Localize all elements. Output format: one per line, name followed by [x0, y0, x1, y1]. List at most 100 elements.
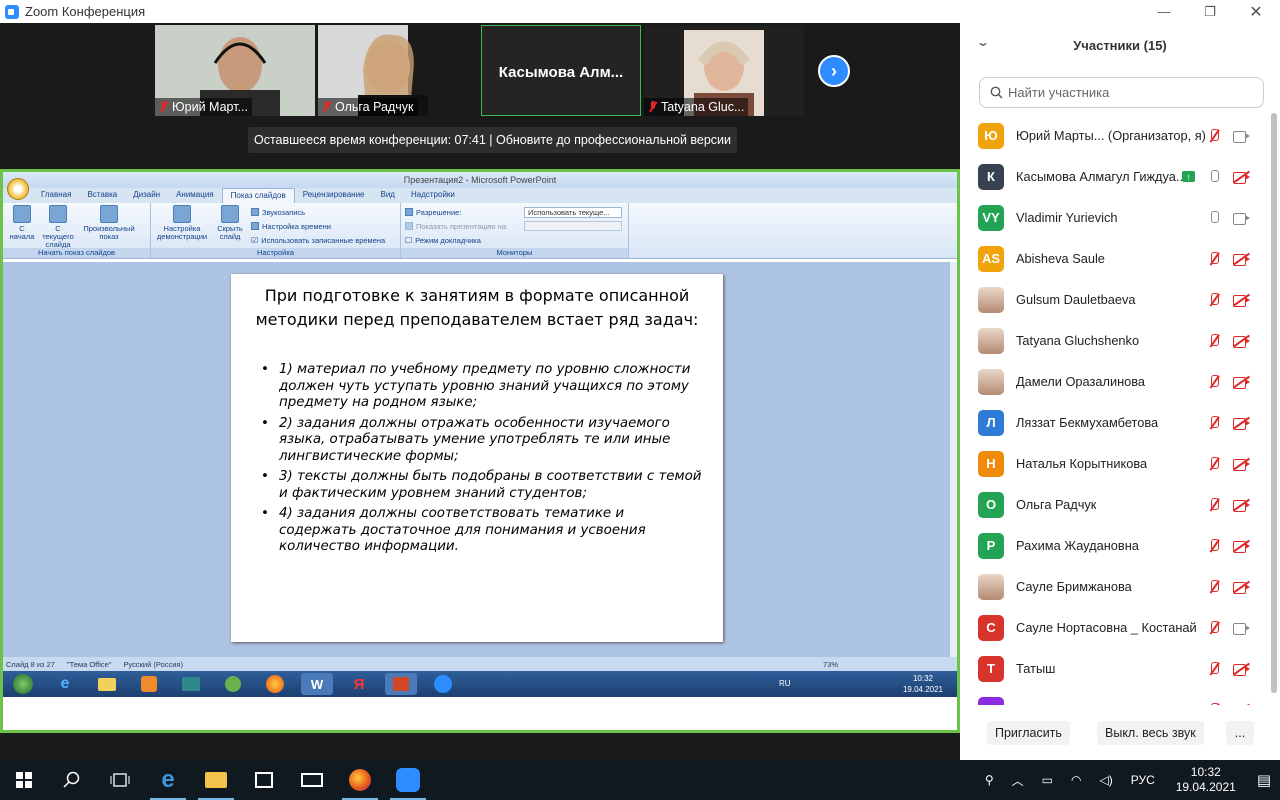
media-player-icon[interactable]	[133, 673, 165, 695]
mic-muted-icon[interactable]	[1207, 702, 1221, 705]
next-page-button[interactable]: ›	[818, 55, 850, 87]
people-icon[interactable]: ⚲	[976, 773, 1003, 787]
tab-view[interactable]: Вид	[373, 188, 403, 203]
tab-addins[interactable]: Надстройки	[403, 188, 463, 203]
participant-row[interactable]: Л Ляззат Бекмухамбетова	[960, 402, 1280, 443]
search-input[interactable]: Найти участника	[979, 77, 1264, 108]
tab-home[interactable]: Главная	[33, 188, 79, 203]
video-thumbnail[interactable]: Tatyana Gluc...	[644, 25, 804, 116]
rehearse-timings-button[interactable]: Настройка времени	[251, 219, 385, 233]
slide-scrollbar[interactable]	[949, 262, 957, 657]
participant-row[interactable]: К Касымова Алмагул Гиждуа... ↑	[960, 156, 1280, 197]
show-on-select[interactable]	[524, 221, 622, 231]
chevron-up-icon[interactable]: ︿	[1003, 772, 1033, 789]
start-orb-icon[interactable]	[7, 673, 39, 695]
participant-row[interactable]: З Заурещ Ерсултанова	[960, 689, 1280, 705]
participant-row[interactable]: Дамели Оразалинова	[960, 361, 1280, 402]
participant-list-scrollbar[interactable]	[1271, 113, 1277, 693]
mic-muted-icon[interactable]	[1207, 456, 1221, 472]
store-icon[interactable]	[240, 760, 288, 800]
close-button[interactable]: ✕	[1233, 0, 1279, 23]
camera-off-icon[interactable]	[1233, 498, 1250, 512]
yandex-icon[interactable]: Я	[343, 673, 375, 695]
participant-row[interactable]: Ю Юрий Марты... (Организатор, я)	[960, 115, 1280, 156]
task-view-button[interactable]	[96, 760, 144, 800]
word-icon[interactable]: W	[301, 673, 333, 695]
wifi-icon[interactable]: ◠	[1062, 773, 1090, 787]
clock[interactable]: 10:32 19.04.2021	[1164, 765, 1248, 795]
office-button-icon[interactable]	[7, 178, 29, 200]
notifications-icon[interactable]: ▤	[1248, 771, 1280, 789]
ie-icon[interactable]: e	[49, 673, 81, 695]
explorer-icon[interactable]	[192, 760, 240, 800]
mail-icon[interactable]	[288, 760, 336, 800]
camera-off-icon[interactable]	[1233, 293, 1250, 307]
camera-off-icon[interactable]	[1233, 375, 1250, 389]
battery-icon[interactable]: ▭	[1033, 773, 1062, 787]
more-button[interactable]: ...	[1226, 721, 1254, 745]
tab-animation[interactable]: Анимация	[168, 188, 222, 203]
mic-muted-icon[interactable]	[1207, 374, 1221, 390]
zoom-level[interactable]: 73%	[823, 660, 838, 669]
mic-muted-icon[interactable]	[1207, 579, 1221, 595]
resolution-select[interactable]: Использовать текуще...	[524, 206, 622, 218]
use-timings-checkbox[interactable]: ☑ Использовать записанные времена	[251, 233, 385, 247]
firefox-icon[interactable]	[259, 673, 291, 695]
slide[interactable]: При подготовке к занятиям в формате опис…	[231, 274, 723, 642]
zoom-icon[interactable]	[427, 673, 459, 695]
mic-muted-icon[interactable]	[1207, 620, 1221, 636]
camera-icon[interactable]	[1233, 212, 1250, 225]
mic-muted-icon[interactable]	[1207, 128, 1221, 144]
tab-design[interactable]: Дизайн	[125, 188, 168, 203]
invite-button[interactable]: Пригласить	[987, 721, 1070, 745]
camera-off-icon[interactable]	[1233, 703, 1250, 705]
participant-row[interactable]: О Ольга Радчук	[960, 484, 1280, 525]
volume-icon[interactable]: ◁)	[1090, 773, 1121, 787]
participant-row[interactable]: Н Наталья Корытникова	[960, 443, 1280, 484]
mic-muted-icon[interactable]	[1207, 333, 1221, 349]
minimize-button[interactable]: —	[1141, 0, 1187, 23]
video-thumbnail[interactable]: Юрий Март...	[155, 25, 315, 116]
language-indicator[interactable]: RU	[779, 679, 791, 688]
presenter-view-checkbox[interactable]: ☐ Режим докладчика	[405, 233, 624, 247]
participant-row[interactable]: AS Abisheva Saule	[960, 238, 1280, 279]
camera-icon[interactable]	[1233, 622, 1250, 635]
camera-off-icon[interactable]	[1233, 580, 1250, 594]
camera-icon[interactable]	[1233, 130, 1250, 143]
mic-icon[interactable]	[1207, 210, 1221, 226]
mic-muted-icon[interactable]	[1207, 497, 1221, 513]
camera-off-icon[interactable]	[1233, 457, 1250, 471]
mic-muted-icon[interactable]	[1207, 415, 1221, 431]
participant-row[interactable]: Сауле Бримжанова	[960, 566, 1280, 607]
chevron-down-icon[interactable]: ⌄	[976, 35, 990, 49]
mute-all-button[interactable]: Выкл. весь звук	[1097, 721, 1204, 745]
mic-muted-icon[interactable]	[1207, 292, 1221, 308]
participant-row[interactable]: С Сауле Нортасовна _ Костанай	[960, 607, 1280, 648]
app-icon[interactable]	[175, 673, 207, 695]
camera-off-icon[interactable]	[1233, 252, 1250, 266]
camera-off-icon[interactable]	[1233, 539, 1250, 553]
mic-muted-icon[interactable]	[1207, 661, 1221, 677]
tab-slideshow[interactable]: Показ слайдов	[221, 188, 295, 203]
mic-icon[interactable]	[1207, 169, 1221, 185]
powerpoint-icon[interactable]	[385, 673, 417, 695]
firefox-icon[interactable]	[336, 760, 384, 800]
participant-row[interactable]: Tatyana Gluchshenko	[960, 320, 1280, 361]
video-thumbnail[interactable]: Ольга Радчук	[318, 25, 478, 116]
record-narration-button[interactable]: Звукозапись	[251, 205, 385, 219]
camera-off-icon[interactable]	[1233, 416, 1250, 430]
participant-row[interactable]: Р Рахима Жаудановна	[960, 525, 1280, 566]
participant-row[interactable]: Т Татыш	[960, 648, 1280, 689]
tab-review[interactable]: Рецензирование	[295, 188, 373, 203]
folder-icon[interactable]	[91, 673, 123, 695]
camera-off-icon[interactable]	[1233, 170, 1250, 184]
camera-off-icon[interactable]	[1233, 662, 1250, 676]
tab-insert[interactable]: Вставка	[79, 188, 125, 203]
edge-icon[interactable]: e	[144, 760, 192, 800]
mic-muted-icon[interactable]	[1207, 538, 1221, 554]
network-icon[interactable]	[217, 673, 249, 695]
camera-off-icon[interactable]	[1233, 334, 1250, 348]
mic-muted-icon[interactable]	[1207, 251, 1221, 267]
maximize-button[interactable]: ❐	[1187, 0, 1233, 23]
participant-row[interactable]: VY Vladimir Yurievich	[960, 197, 1280, 238]
